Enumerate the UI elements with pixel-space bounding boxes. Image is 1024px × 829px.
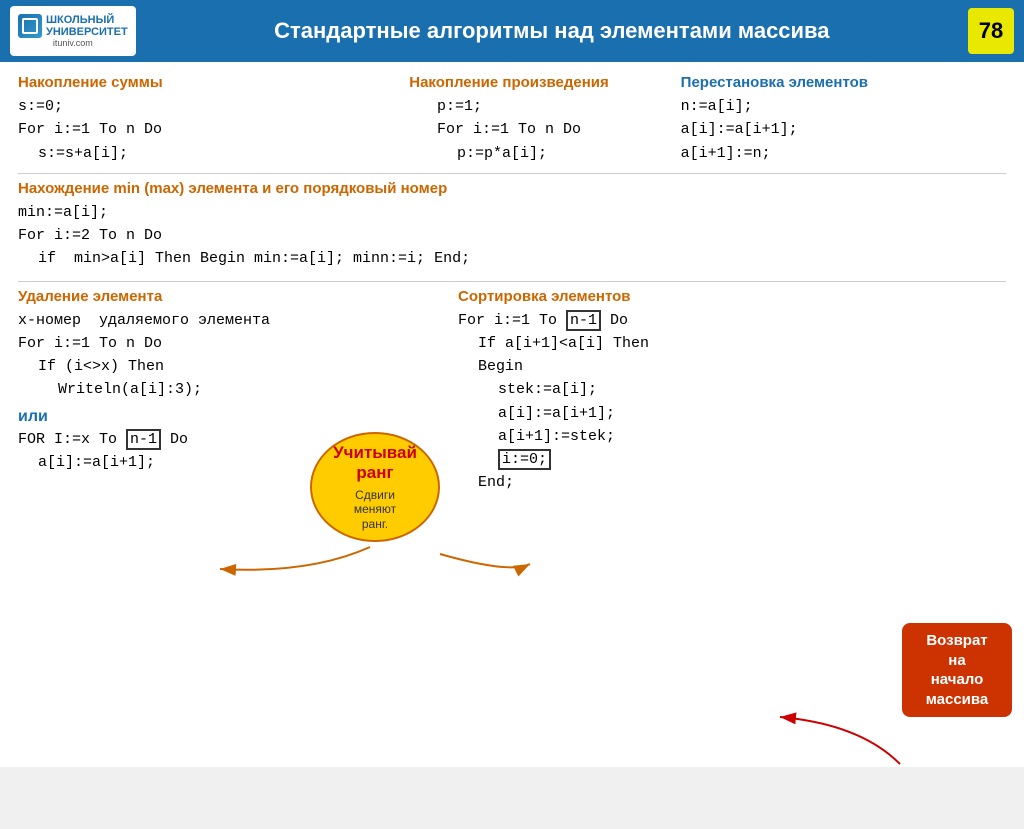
col-sum: Накопление суммы s:=0; For i:=1 To n Do …: [18, 74, 343, 165]
prod-code: p:=1; For i:=1 To n Do p:=p*a[i];: [437, 95, 581, 165]
swap-line2: a[i]:=a[i+1];: [681, 118, 1000, 141]
sort-line8: End;: [458, 471, 1000, 494]
logo-text-line2: Университет: [46, 26, 128, 38]
callout-ucit-line3: Сдвигименяютранг.: [354, 488, 396, 531]
del-line3: Writeln(a[i]:3);: [18, 378, 432, 401]
minmax-line1: min:=a[i];: [18, 201, 1006, 224]
sum-line1: s:=0;: [18, 95, 337, 118]
sum-title: Накопление суммы: [18, 74, 337, 91]
header-title: Стандартные алгоритмы над элементами мас…: [146, 18, 958, 44]
swap-line3: a[i+1]:=n;: [681, 142, 1000, 165]
minmax-code: min:=a[i]; For i:=2 To n Do if min>a[i] …: [18, 201, 1006, 271]
minmax-line2: For i:=2 To n Do: [18, 224, 1006, 247]
main-content: Накопление суммы s:=0; For i:=1 To n Do …: [0, 62, 1024, 767]
sum-line3: s:=s+a[i];: [18, 142, 337, 165]
swap-code: n:=a[i]; a[i]:=a[i+1]; a[i+1]:=n;: [681, 95, 1000, 165]
minmax-title: Нахождение min (max) элемента и его поря…: [18, 180, 1006, 197]
col-sort: Сортировка элементов For i:=1 To n-1 Do …: [438, 288, 1006, 495]
del-title: Удаление элемента: [18, 288, 432, 305]
del-line1: For i:=1 To n Do: [18, 332, 432, 355]
prod-line2: For i:=1 To n Do: [437, 118, 581, 141]
sort-line6: a[i+1]:=stek;: [458, 425, 1000, 448]
del-line2: If (i<>x) Then: [18, 355, 432, 378]
prod-line3: p:=p*a[i];: [437, 142, 581, 165]
callout-ucit-line2: ранг: [356, 463, 393, 483]
logo-url: ituniv.com: [53, 38, 93, 48]
swap-line1: n:=a[i];: [681, 95, 1000, 118]
sum-code: s:=0; For i:=1 To n Do s:=s+a[i];: [18, 95, 337, 165]
sort-line4: stek:=a[i];: [458, 378, 1000, 401]
sort-line2: If a[i+1]<a[i] Then: [458, 332, 1000, 355]
prod-title: Накопление произведения: [349, 74, 668, 91]
middle-section: Нахождение min (max) элемента и его поря…: [18, 180, 1006, 271]
header: Школьный Университет ituniv.com Стандарт…: [0, 0, 1024, 62]
callout-vozvrat: Возвратнаначаломассива: [902, 623, 1012, 717]
divider2: [18, 281, 1006, 282]
col-swap: Перестановка элементов n:=a[i]; a[i]:=a[…: [675, 74, 1006, 165]
logo-text-main: Школьный: [46, 14, 128, 26]
top-section: Накопление суммы s:=0; For i:=1 To n Do …: [18, 74, 1006, 165]
sum-line2: For i:=1 To n Do: [18, 118, 337, 141]
divider1: [18, 173, 1006, 174]
sort-line1: For i:=1 To n-1 Do: [458, 309, 1000, 332]
sort-title: Сортировка элементов: [458, 288, 1000, 305]
page-number: 78: [968, 8, 1014, 54]
sort-line3: Begin: [458, 355, 1000, 378]
bottom-section: Удаление элемента x-номер удаляемого эле…: [18, 288, 1006, 495]
ili-text: или: [18, 408, 432, 426]
sort-line5: a[i]:=a[i+1];: [458, 402, 1000, 425]
logo: Школьный Университет ituniv.com: [10, 6, 136, 56]
callout-vozvrat-text: Возвратнаначаломассива: [926, 632, 989, 708]
sort-line7: i:=0;: [458, 448, 1000, 471]
sort-code: For i:=1 To n-1 Do If a[i+1]<a[i] Then B…: [458, 309, 1000, 495]
callout-ucit-line1: Учитывай: [333, 443, 417, 463]
swap-title: Перестановка элементов: [681, 74, 1000, 91]
del-line0: x-номер удаляемого элемента: [18, 309, 432, 332]
logo-icon: [18, 14, 42, 38]
minmax-line3: if min>a[i] Then Begin min:=a[i]; minn:=…: [18, 247, 1006, 270]
col-prod: Накопление произведения p:=1; For i:=1 T…: [343, 74, 674, 165]
del-code: x-номер удаляемого элемента For i:=1 To …: [18, 309, 432, 402]
callout-ucit: Учитывай ранг Сдвигименяютранг.: [310, 432, 440, 542]
prod-line1: p:=1;: [437, 95, 581, 118]
